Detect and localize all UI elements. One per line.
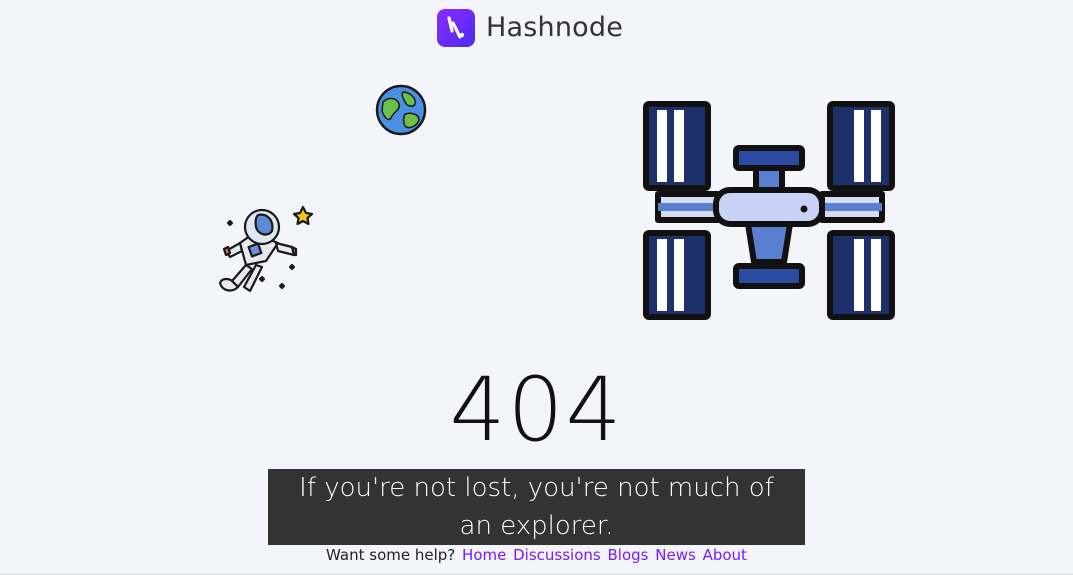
brand-logo-link[interactable]: Hashnode [437, 9, 623, 47]
hashnode-logo-icon [437, 9, 475, 47]
brand-name: Hashnode [486, 12, 624, 43]
link-about[interactable]: About [703, 546, 747, 564]
link-news[interactable]: News [655, 546, 696, 564]
astronaut-icon [218, 205, 314, 293]
link-home[interactable]: Home [462, 546, 506, 564]
help-prompt: Want some help? [326, 546, 456, 564]
link-discussions[interactable]: Discussions [513, 546, 601, 564]
earth-icon [375, 84, 427, 136]
link-blogs[interactable]: Blogs [608, 546, 649, 564]
error-code: 404 [449, 358, 624, 461]
error-page: Hashnode 404 If you're not lost, you're … [0, 0, 1073, 575]
help-links: Want some help? Home Discussions Blogs N… [0, 545, 1073, 565]
error-message: If you're not lost, you're not much of a… [268, 469, 805, 545]
space-station-icon [643, 101, 895, 320]
